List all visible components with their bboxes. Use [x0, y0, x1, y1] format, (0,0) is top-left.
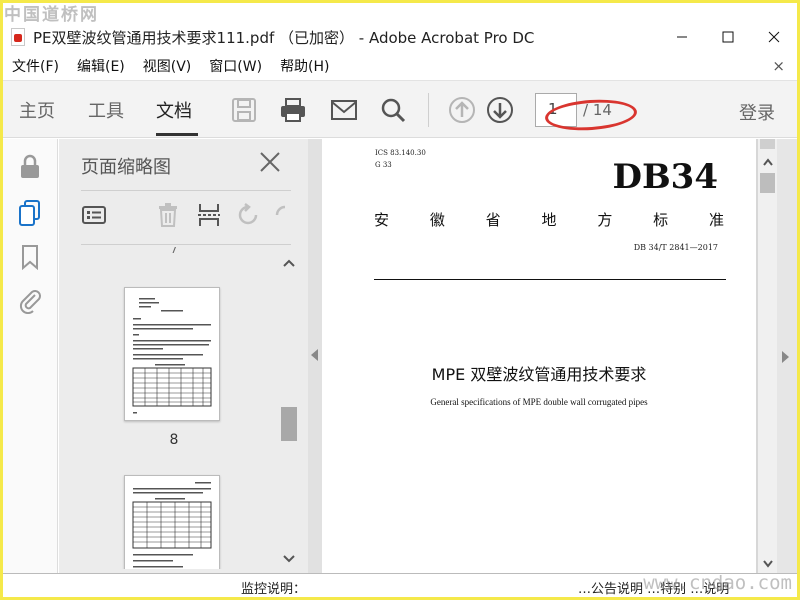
document-scrollbar[interactable] — [758, 139, 777, 573]
thumbnail-list: 7 8 — [81, 247, 277, 569]
doc-authority-char: 地 — [541, 211, 557, 229]
main-toolbar: 主页 工具 文档 1 / 14 登录 — [3, 80, 797, 138]
doc-classification: ICS 83.140.30 G 33 — [375, 147, 426, 171]
window-title: PE双壁波纹管通用技术要求111.pdf （已加密） - Adobe Acrob… — [33, 28, 535, 47]
tab-document[interactable]: 文档 — [156, 97, 192, 123]
scroll-up-icon[interactable] — [281, 257, 297, 269]
doc-standard-code: DB34 — [612, 157, 718, 197]
tab-home[interactable]: 主页 — [19, 97, 55, 123]
scroll-up-icon[interactable] — [762, 157, 774, 167]
insert-page-icon[interactable] — [195, 201, 223, 229]
doc-authority: 安 徽 省 地 方 标 准 — [374, 209, 724, 230]
doc-authority-char: 准 — [708, 211, 724, 229]
document-page: ICS 83.140.30 G 33 DB34 安 徽 省 地 方 标 准 DB… — [322, 139, 756, 573]
doc-authority-char: 安 — [374, 211, 390, 229]
document-scroll-thumb[interactable] — [760, 173, 775, 193]
panel-divider-2 — [81, 244, 291, 245]
menu-close-button[interactable]: × — [772, 57, 785, 75]
doc-ccs: G 33 — [375, 161, 392, 169]
thumbnail-page-content — [132, 482, 212, 568]
background-text-left: 监控说明： — [241, 582, 307, 597]
rotate-right-icon[interactable] — [271, 201, 285, 229]
doc-title-english: General specifications of MPE double wal… — [430, 397, 648, 407]
page-thumbnails-icon[interactable] — [17, 199, 43, 227]
collapse-panel-icon[interactable] — [311, 349, 318, 361]
thumbnail-page[interactable] — [124, 475, 220, 569]
window-controls — [659, 21, 797, 53]
menu-window[interactable]: 窗口(W) — [200, 56, 271, 76]
rotate-left-icon[interactable] — [235, 201, 263, 229]
menu-edit[interactable]: 编辑(E) — [68, 56, 134, 76]
minimize-button[interactable] — [659, 21, 705, 53]
doc-authority-char: 徽 — [429, 211, 445, 229]
thumbnail-scroll-thumb[interactable] — [281, 407, 297, 441]
attachment-icon[interactable] — [17, 287, 43, 315]
thumbnail-options-icon[interactable] — [81, 201, 109, 229]
email-icon[interactable] — [329, 95, 359, 125]
doc-authority-char: 方 — [597, 211, 613, 229]
panel-title: 页面缩略图 — [81, 157, 171, 178]
pdf-file-icon — [11, 28, 25, 46]
right-panel-toggle[interactable] — [777, 139, 797, 573]
maximize-icon — [722, 31, 734, 43]
doc-authority-char: 标 — [653, 211, 669, 229]
close-icon — [768, 31, 780, 43]
close-icon — [260, 152, 280, 172]
thumbnail-page[interactable] — [124, 287, 220, 421]
active-tab-indicator — [156, 133, 198, 136]
panel-splitter[interactable] — [308, 139, 322, 573]
menu-bar: 文件(F) 编辑(E) 视图(V) 窗口(W) 帮助(H) × — [3, 55, 797, 77]
tab-tools[interactable]: 工具 — [88, 97, 124, 123]
page-thumbnails-panel: 页面缩略图 7 8 — [59, 139, 308, 573]
panel-divider — [81, 190, 291, 191]
thumbnail-scrollbar[interactable] — [281, 247, 297, 569]
thumbnail-label: 8 — [169, 432, 179, 448]
close-button[interactable] — [751, 21, 797, 53]
doc-title-chinese: MPE 双壁波纹管通用技术要求 — [431, 365, 647, 384]
scroll-down-icon[interactable] — [281, 553, 297, 565]
maximize-button[interactable] — [705, 21, 751, 53]
doc-rule-line — [374, 279, 726, 280]
acrobat-window: PE双壁波纹管通用技术要求111.pdf （已加密） - Adobe Acrob… — [3, 3, 797, 597]
lock-icon[interactable] — [17, 153, 43, 181]
watermark-bottom: www.cndao.com — [643, 572, 792, 594]
search-icon[interactable] — [378, 95, 408, 125]
minimize-icon — [677, 36, 687, 38]
document-view: ICS 83.140.30 G 33 DB34 安 徽 省 地 方 标 准 DB… — [322, 139, 777, 573]
doc-standard-number: DB 34/T 2841—2017 — [633, 243, 718, 252]
scrollbar-top-segment — [760, 139, 775, 149]
menu-view[interactable]: 视图(V) — [134, 56, 201, 76]
toolbar-separator — [428, 93, 429, 127]
panel-close-button[interactable] — [259, 151, 283, 175]
login-button[interactable]: 登录 — [739, 99, 775, 125]
menu-help[interactable]: 帮助(H) — [271, 56, 338, 76]
doc-authority-char: 省 — [485, 211, 501, 229]
delete-page-icon[interactable] — [154, 201, 182, 229]
menu-file[interactable]: 文件(F) — [3, 56, 68, 76]
print-icon[interactable] — [278, 95, 308, 125]
page-down-icon[interactable] — [485, 95, 515, 125]
thumbnail-page-content — [132, 298, 212, 414]
watermark-top: 中国道桥网 — [4, 5, 99, 25]
save-icon[interactable] — [229, 95, 259, 125]
left-navigation-rail — [3, 139, 58, 573]
page-up-icon[interactable] — [447, 95, 477, 125]
scroll-down-icon[interactable] — [762, 559, 774, 569]
thumbnail-label-partial: 7 — [170, 247, 178, 256]
doc-ics: ICS 83.140.30 — [375, 149, 426, 157]
title-bar: PE双壁波纹管通用技术要求111.pdf （已加密） - Adobe Acrob… — [3, 21, 797, 53]
expand-right-panel-icon[interactable] — [782, 351, 789, 363]
bookmark-icon[interactable] — [17, 243, 43, 271]
